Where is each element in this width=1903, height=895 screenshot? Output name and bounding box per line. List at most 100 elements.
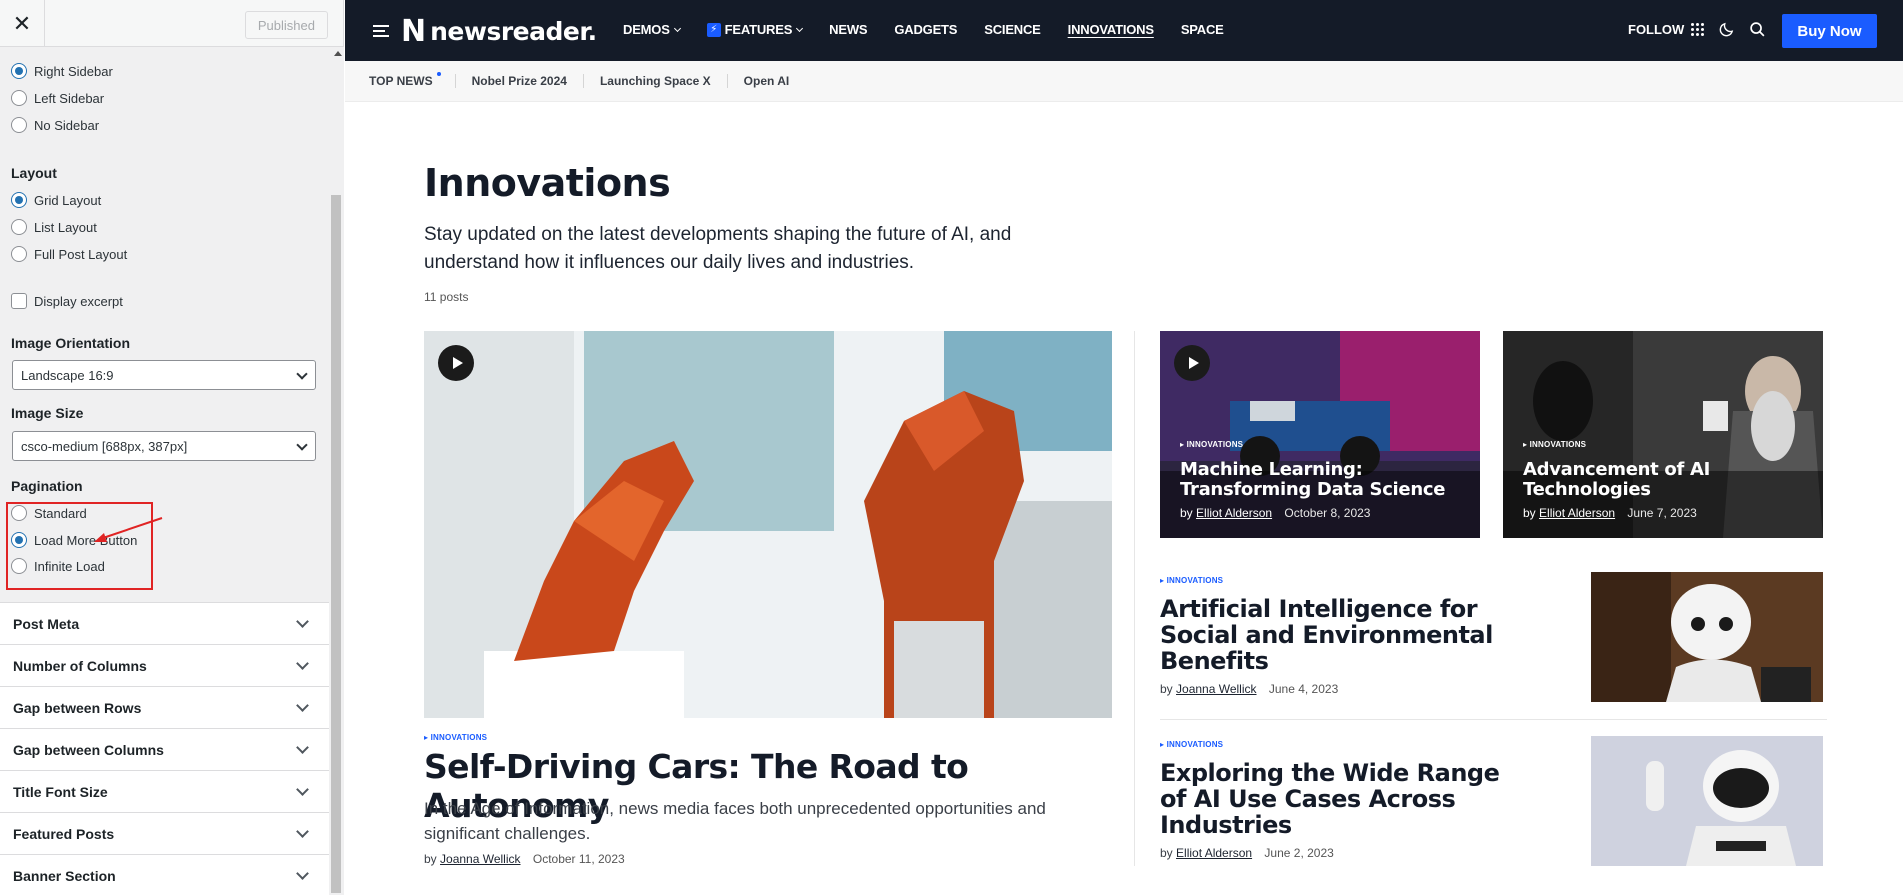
author-link[interactable]: Joanna Wellick [1176,682,1256,696]
post-thumbnail[interactable] [1591,736,1823,866]
annotation-arrow-icon [94,517,163,542]
play-icon[interactable] [1174,345,1210,381]
author-link[interactable]: Elliot Alderson [1539,506,1615,520]
post-title[interactable]: Machine Learning: Transforming Data Scie… [1180,460,1466,500]
post-meta: by Elliot Alderson October 8, 2023 [1180,506,1371,520]
ticker-item[interactable]: Launching Space X [582,74,727,88]
chevron-down-icon [296,825,309,838]
page-title: Innovations [424,161,671,205]
post-card[interactable]: ▸ INNOVATIONS Advancement of AI Technolo… [1503,331,1823,538]
post-date: October 8, 2023 [1284,506,1371,520]
ticker-label: TOP NEWS [369,72,455,88]
asimo-robot-image [1591,736,1823,866]
post-category[interactable]: ▸ INNOVATIONS [1160,576,1223,585]
scroll-up-icon[interactable] [334,51,342,56]
radio-grid-layout[interactable]: Grid Layout [11,192,101,208]
radio-right-sidebar[interactable]: Right Sidebar [11,63,113,79]
radio-icon[interactable] [11,117,27,133]
play-icon[interactable] [438,345,474,381]
post-date: June 4, 2023 [1268,682,1339,696]
post-title[interactable]: Artificial Intelligence for Social and E… [1160,596,1530,674]
follow-button[interactable]: FOLLOW [1628,22,1705,37]
dot-icon [436,72,441,76]
top-news-ticker: TOP NEWS Nobel Prize 2024 Launching Spac… [345,61,1903,102]
hamburger-menu-icon[interactable] [373,25,389,37]
close-icon[interactable]: ✕ [0,0,45,47]
display-excerpt-checkbox[interactable]: Display excerpt [11,293,123,309]
post-thumbnail[interactable] [1591,572,1823,702]
list-item: ▸ INNOVATIONS Artificial Intelligence fo… [1160,570,1530,696]
radio-left-sidebar[interactable]: Left Sidebar [11,90,104,106]
section-post-meta[interactable]: Post Meta [0,602,329,644]
author-link[interactable]: Joanna Wellick [440,852,520,866]
list-divider [1160,719,1827,720]
published-button[interactable]: Published [244,11,328,39]
nav-science[interactable]: SCIENCE [984,22,1041,37]
buy-now-button[interactable]: Buy Now [1782,14,1877,48]
image-size-label: Image Size [11,405,84,421]
nav-innovations[interactable]: INNOVATIONS [1068,22,1154,37]
radio-list-layout[interactable]: List Layout [11,219,97,235]
post-category[interactable]: ▸ INNOVATIONS [424,733,487,742]
author-link[interactable]: Elliot Alderson [1196,506,1272,520]
post-date: June 7, 2023 [1627,506,1697,520]
nav-features[interactable]: ⚡ FEATURES [706,22,804,37]
customizer-scrollbar[interactable] [329,47,344,895]
main-post-excerpt: In the Age of Information, news media fa… [424,799,1046,843]
image-orientation-select[interactable]: Landscape 16:9 [12,360,316,390]
section-gap-between-columns[interactable]: Gap between Columns [0,728,329,770]
nav-news[interactable]: NEWS [829,22,867,37]
checkbox-icon[interactable] [11,293,27,309]
robot-arms-image [424,331,1112,718]
logo-mark-icon: N [401,14,426,49]
ticker-item[interactable]: Nobel Prize 2024 [454,74,583,88]
post-card[interactable]: ▸ INNOVATIONS Machine Learning: Transfor… [1160,331,1480,538]
pepper-robot-image [1591,572,1823,702]
chevron-down-icon [296,439,308,451]
archive-header: Innovations Stay updated on the latest d… [424,161,1124,304]
nav-demos[interactable]: DEMOS [623,22,681,37]
post-category[interactable]: ▸ INNOVATIONS [1523,440,1586,449]
moon-icon[interactable] [1718,21,1735,38]
customizer-scroll-area[interactable]: Right Sidebar Left Sidebar No Sidebar La… [0,47,344,895]
post-category[interactable]: ▸ INNOVATIONS [1160,740,1223,749]
section-number-of-columns[interactable]: Number of Columns [0,644,329,686]
radio-icon[interactable] [11,219,27,235]
chevron-down-icon [296,699,309,712]
radio-icon[interactable] [11,246,27,262]
search-icon[interactable] [1749,21,1766,38]
ticker-item[interactable]: Open AI [726,74,806,88]
radio-selected-icon[interactable] [11,63,27,79]
chevron-down-icon [296,783,309,796]
radio-full-post-layout[interactable]: Full Post Layout [11,246,127,262]
radio-no-sidebar[interactable]: No Sidebar [11,117,99,133]
card-meta: ▸ INNOVATIONS Advancement of AI Technolo… [1523,434,1809,520]
section-title-font-size[interactable]: Title Font Size [0,770,329,812]
main-post-image[interactable] [424,331,1112,718]
site-header: N newsreader. DEMOS ⚡ FEATURES NEWS GADGE… [345,0,1903,61]
bolt-icon: ⚡ [706,22,721,37]
section-banner-section[interactable]: Banner Section [0,854,329,895]
nav-space[interactable]: SPACE [1181,22,1224,37]
chevron-down-icon [296,368,308,380]
site-preview: N newsreader. DEMOS ⚡ FEATURES NEWS GADGE… [345,0,1903,895]
layout-label: Layout [11,165,57,181]
section-gap-between-rows[interactable]: Gap between Rows [0,686,329,728]
post-title[interactable]: Exploring the Wide Range of AI Use Cases… [1160,760,1530,838]
nav-gadgets[interactable]: GADGETS [894,22,957,37]
image-size-select[interactable]: csco-medium [688px, 387px] [12,431,316,461]
site-logo[interactable]: N newsreader. [401,14,597,49]
section-featured-posts[interactable]: Featured Posts [0,812,329,854]
post-meta: by Elliot Alderson June 7, 2023 [1523,506,1697,520]
grid-dots-icon [1691,23,1705,36]
image-orientation-label: Image Orientation [11,335,131,351]
chevron-down-icon [796,24,804,32]
chevron-down-icon [673,24,681,32]
author-link[interactable]: Elliot Alderson [1176,846,1252,860]
radio-selected-icon[interactable] [11,192,27,208]
radio-icon[interactable] [11,90,27,106]
post-title[interactable]: Advancement of AI Technologies [1523,460,1809,500]
customizer-header: ✕ Published [0,0,343,47]
post-category[interactable]: ▸ INNOVATIONS [1180,440,1243,449]
scrollbar-thumb[interactable] [331,195,341,893]
